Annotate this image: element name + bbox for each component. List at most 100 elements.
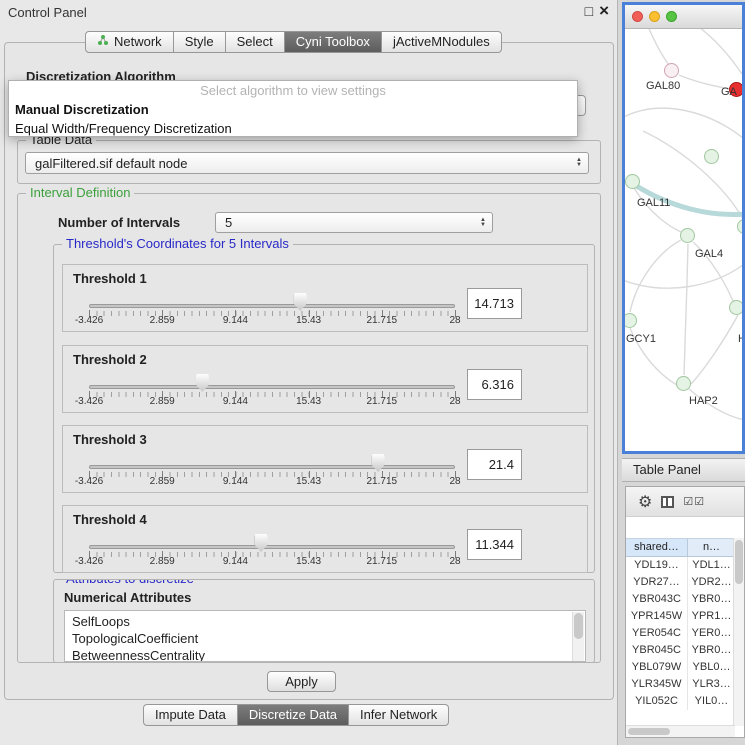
table-cell-name[interactable]: YPR1… [688,608,735,625]
table-cell-name[interactable]: YIL0… [688,693,735,710]
table-cell-name[interactable]: YDL1… [688,557,735,574]
close-traffic-light-icon[interactable] [632,11,643,22]
slider-thumb[interactable] [255,534,268,552]
float-window-icon[interactable]: □ [585,3,593,19]
threshold-value-box[interactable]: 6.316 [467,369,522,400]
network-node[interactable] [704,149,719,164]
network-node[interactable] [680,228,695,243]
slider-track[interactable] [89,545,455,549]
network-node[interactable] [676,376,691,391]
table-cell-name[interactable]: YER0… [688,625,735,642]
minimize-traffic-light-icon[interactable] [649,11,660,22]
dropdown-hint-item[interactable]: Select algorithm to view settings [9,81,577,100]
close-icon[interactable]: × [599,4,609,18]
threshold-value-box[interactable]: 21.4 [467,449,522,480]
table-vertical-scrollbar[interactable] [733,538,744,726]
dropdown-option-manual[interactable]: Manual Discretization [9,100,577,119]
table-cell-shared-name[interactable]: YDR27… [626,574,688,591]
tab-cyni-toolbox[interactable]: Cyni Toolbox [285,31,382,53]
scale-label: 2.859 [150,476,175,487]
top-tabstrip: Network Style Select Cyni Toolbox jActiv… [85,31,502,53]
network-node[interactable] [625,313,637,328]
network-node[interactable] [625,174,640,189]
scale-label: 21.715 [367,315,398,326]
table-row[interactable]: YPR145W YPR1… [626,608,735,625]
scale-label: -3.426 [75,476,103,487]
spinner-arrows-icon: ▲▼ [480,218,486,228]
table-cell-shared-name[interactable]: YBL079W [626,659,688,676]
slider-thumb[interactable] [196,374,209,392]
table-cell-shared-name[interactable]: YLR345W [626,676,688,693]
table-row[interactable]: YDL19… YDL1… [626,557,735,574]
table-cell-name[interactable]: YBR0… [688,642,735,659]
table-cell-shared-name[interactable]: YPR145W [626,608,688,625]
scale-label: 15.43 [296,556,321,567]
tab-impute-data[interactable]: Impute Data [143,704,238,726]
numerical-attributes-list[interactable]: SelfLoopsTopologicalCoefficientBetweenne… [64,610,586,662]
network-node[interactable] [729,300,743,315]
table-data-selected-value: galFiltered.sif default node [35,156,187,171]
scale-label: 9.144 [223,476,248,487]
table-data-combobox[interactable]: galFiltered.sif default node ▲▼ [25,152,589,174]
table-row[interactable]: YER054C YER0… [626,625,735,642]
column-header-shared-name[interactable]: shared… [626,539,688,556]
scrollbar-thumb[interactable] [735,540,743,584]
table-cell-shared-name[interactable]: YBR045C [626,642,688,659]
attribute-list-item[interactable]: TopologicalCoefficient [72,630,585,647]
table-cell-name[interactable]: YLR3… [688,676,735,693]
scale-label: 9.144 [223,315,248,326]
table-cell-shared-name[interactable]: YER054C [626,625,688,642]
list-scrollbar[interactable] [572,612,584,662]
tab-label: Style [185,32,214,52]
table-cell-name[interactable]: YDR2… [688,574,735,591]
tab-select[interactable]: Select [226,31,285,53]
table-row[interactable]: YDR27… YDR2… [626,574,735,591]
table-cell-name[interactable]: YBL0… [688,659,735,676]
table-row[interactable]: YBR045C YBR0… [626,642,735,659]
tab-label: Infer Network [360,705,437,725]
attribute-list-item[interactable]: SelfLoops [72,613,585,630]
slider-thumb[interactable] [372,454,385,472]
select-columns-icon[interactable]: ☑☑ [683,495,705,508]
dropdown-option-equal-width[interactable]: Equal Width/Frequency Discretization [9,119,577,138]
zoom-traffic-light-icon[interactable] [666,11,677,22]
scrollbar-thumb[interactable] [574,613,583,639]
threshold-label: Threshold 2 [73,352,147,367]
column-header-name[interactable]: n… [688,539,735,556]
tab-network[interactable]: Network [85,31,174,53]
table-cell-shared-name[interactable]: YIL052C [626,693,688,710]
threshold-value-box[interactable]: 14.713 [467,288,522,319]
gear-icon[interactable]: ⚙ [638,492,652,512]
slider-track[interactable] [89,385,455,389]
tab-style[interactable]: Style [174,31,226,53]
slider-ticks [89,472,456,477]
table-horizontal-scrollbar[interactable] [626,725,735,737]
slider-thumb[interactable] [294,293,307,311]
tab-infer-network[interactable]: Infer Network [349,704,449,726]
tab-jactivemnodules[interactable]: jActiveMNodules [382,31,502,53]
table-cell-name[interactable]: YBR0… [688,591,735,608]
table-row[interactable]: YBR043C YBR0… [626,591,735,608]
table-row[interactable]: YLR345W YLR3… [626,676,735,693]
network-node[interactable] [664,63,679,78]
slider-track[interactable] [89,304,455,308]
scrollbar-thumb[interactable] [628,728,670,735]
attribute-list-item[interactable]: BetweennessCentrality [72,647,585,662]
table-row[interactable]: YIL052C YIL0… [626,693,735,710]
columns-icon[interactable] [661,496,674,508]
tab-discretize-data[interactable]: Discretize Data [238,704,349,726]
number-of-intervals-combobox[interactable]: 5 ▲▼ [215,212,493,233]
spinner-arrows-icon: ▲▼ [576,158,582,168]
table-cell-shared-name[interactable]: YDL19… [626,557,688,574]
network-canvas[interactable]: GAL80GAGAL11GAL4GCY1HAP2H [625,29,742,450]
apply-button[interactable]: Apply [267,671,336,692]
algorithm-dropdown-popup: Select algorithm to view settings Manual… [8,80,578,137]
network-node-label: GA [721,86,737,98]
scale-label: -3.426 [75,396,103,407]
network-window-titlebar [625,5,742,29]
slider-track[interactable] [89,465,455,469]
table-cell-shared-name[interactable]: YBR043C [626,591,688,608]
window-title: Control Panel [8,5,87,20]
table-row[interactable]: YBL079W YBL0… [626,659,735,676]
threshold-value-box[interactable]: 11.344 [467,529,522,560]
